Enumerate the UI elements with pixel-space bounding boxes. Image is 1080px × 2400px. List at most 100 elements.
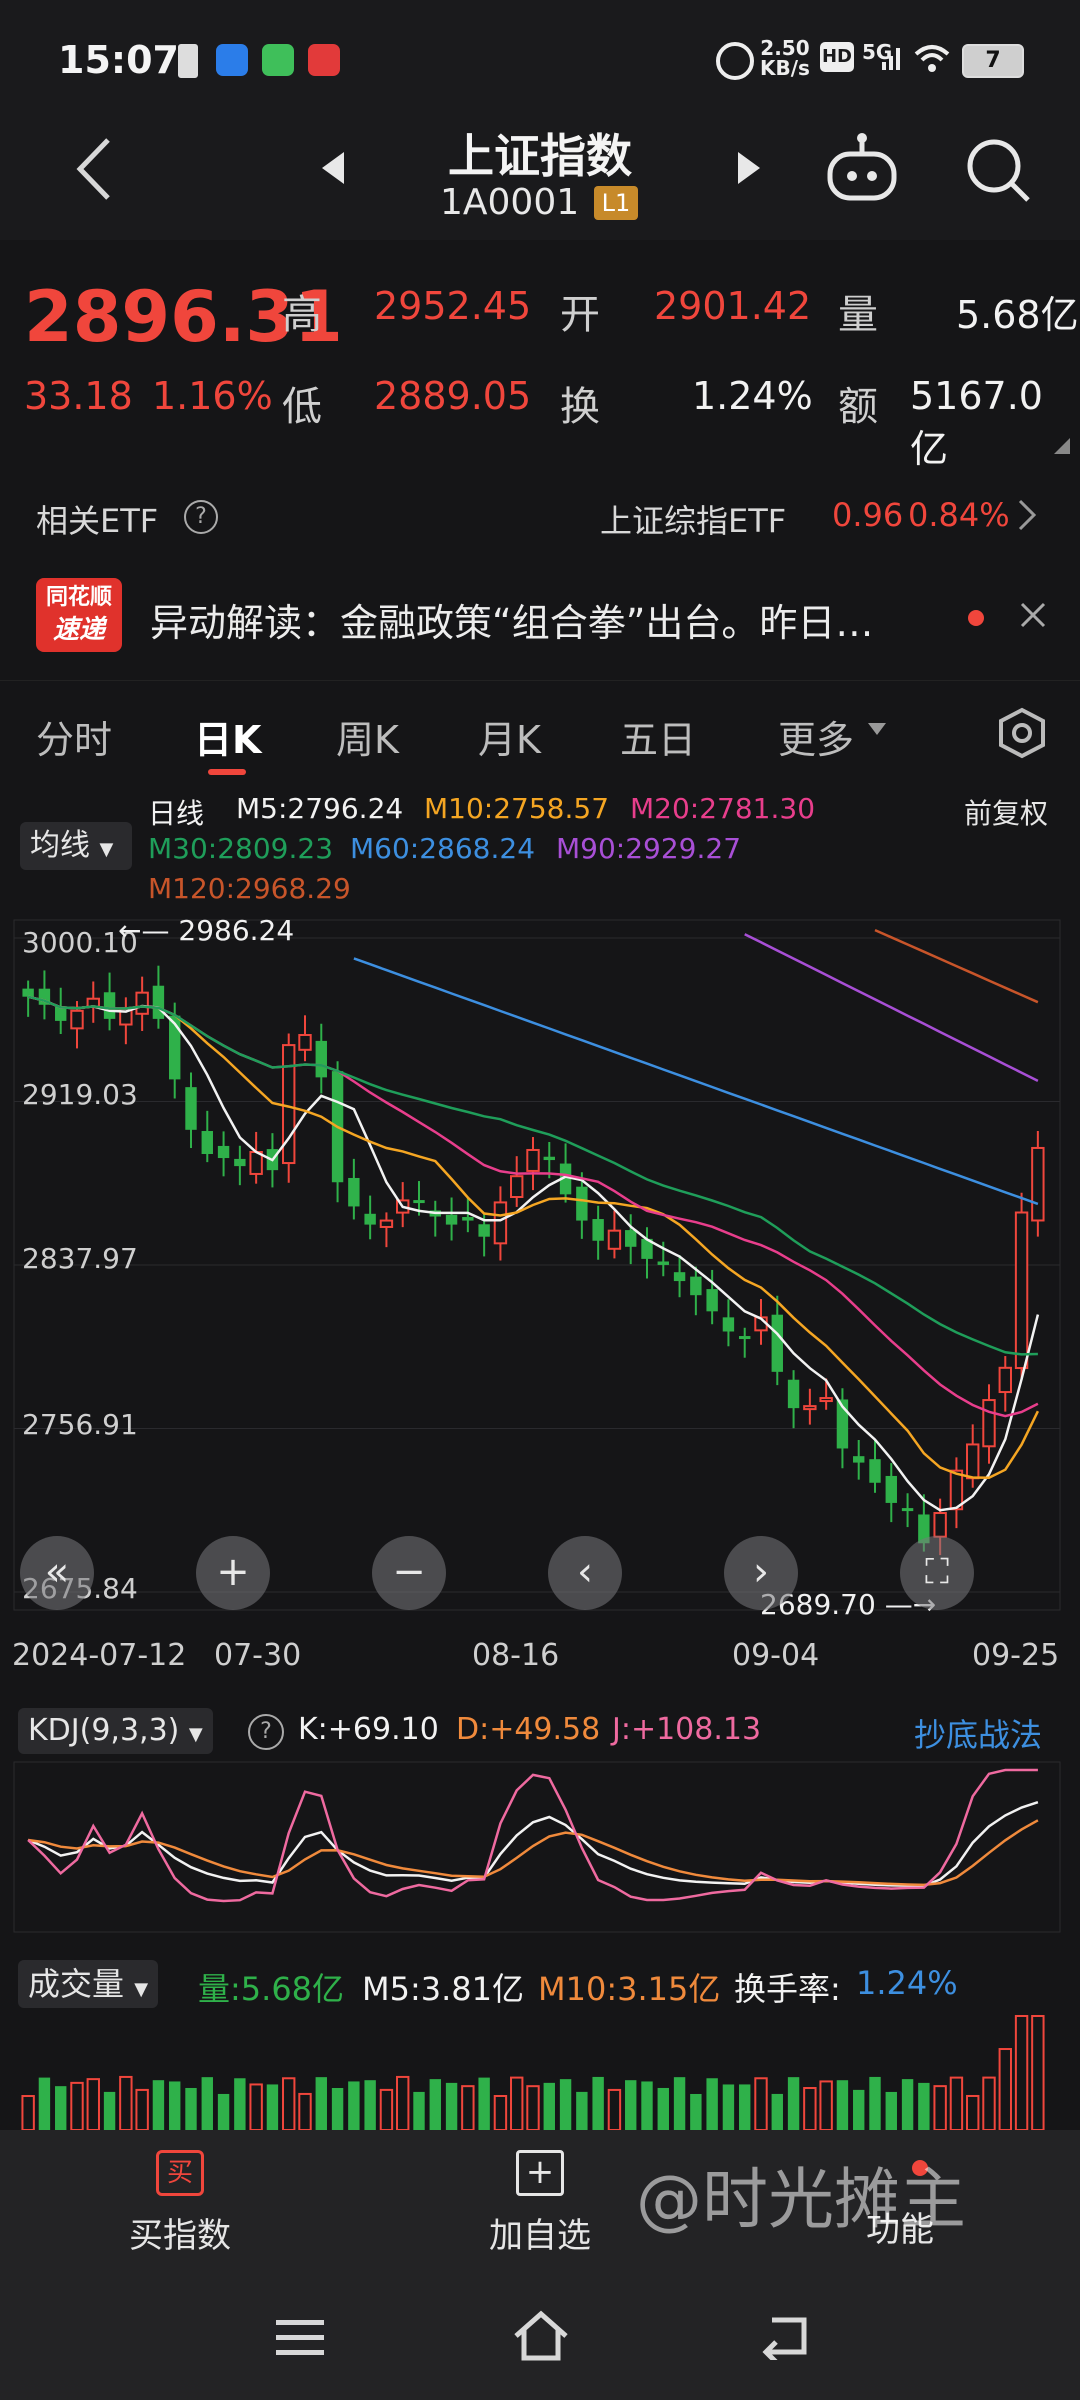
zoom-out-button[interactable]: − xyxy=(372,1536,446,1610)
tab-daily-k[interactable]: 日K xyxy=(194,709,261,764)
candle-body xyxy=(657,1261,669,1265)
menu-icon[interactable] xyxy=(274,2316,326,2360)
candle-body xyxy=(625,1230,637,1247)
candle-body xyxy=(201,1131,213,1155)
candle-body xyxy=(445,1214,458,1225)
tab-five-day[interactable]: 五日 xyxy=(620,709,696,764)
add-watchlist-button[interactable]: + 加自选 xyxy=(460,2150,620,2260)
candle-body xyxy=(315,1040,327,1078)
volume-bar xyxy=(119,2075,133,2130)
volume-bar xyxy=(787,2077,800,2130)
home-icon[interactable] xyxy=(512,2310,570,2362)
candle-body xyxy=(493,1201,508,1245)
volume-bar xyxy=(315,2077,327,2130)
volume-value: 5.68亿 xyxy=(956,293,1079,337)
open-value: 2901.42 xyxy=(654,284,812,328)
settings-hexagon-icon[interactable] xyxy=(996,707,1048,759)
volume-bar xyxy=(86,2078,100,2130)
related-etf-row[interactable]: 相关ETF ? 上证综指ETF 0.96 0.84% xyxy=(0,470,1080,560)
kline-svg[interactable] xyxy=(0,910,1080,1620)
y-label-3: 2837.97 xyxy=(22,1242,138,1275)
volume-bar xyxy=(690,2093,702,2130)
volume-dropdown[interactable]: 成交量 ▼ xyxy=(18,1960,159,2008)
candle-body xyxy=(543,1156,555,1161)
corner-expand-icon[interactable] xyxy=(1052,436,1072,456)
caret-down-icon: ▼ xyxy=(134,1979,149,2000)
help-icon[interactable]: ? xyxy=(184,500,218,534)
kdj-dropdown[interactable]: KDJ(9,3,3) ▼ xyxy=(18,1708,213,1754)
ma-60: M60:2868.24 xyxy=(350,832,536,865)
volume-bar xyxy=(901,2079,914,2130)
volume-bar xyxy=(217,2093,230,2130)
next-stock-icon[interactable] xyxy=(734,148,764,188)
scroll-right-button[interactable]: › xyxy=(724,1536,798,1610)
battery-level: 7 xyxy=(985,48,1001,73)
candle-body xyxy=(70,1009,84,1030)
volume-bar xyxy=(673,2077,686,2130)
caret-down-icon: ▼ xyxy=(99,839,114,860)
battery-icon: 7 xyxy=(962,44,1024,78)
news-ticker[interactable]: 同花顺 速递 异动解读：金融政策“组合拳”出台。昨日… xyxy=(0,560,1080,670)
battery-saver-icon xyxy=(178,44,198,78)
tab-weekly-k[interactable]: 周K xyxy=(336,709,399,764)
volume-bar xyxy=(869,2076,881,2130)
search-icon[interactable] xyxy=(962,134,1034,206)
zoom-out-left-button[interactable]: « xyxy=(20,1536,94,1610)
volume-m10: M10:3.15亿 xyxy=(538,1970,721,2008)
ma-5: M5:2796.24 xyxy=(236,792,404,825)
volume-bar xyxy=(918,2082,930,2130)
volume-bar xyxy=(949,2076,964,2130)
bottom-action-bar: 买 买指数 + 加自选 功能 @时光摊主 xyxy=(0,2130,1080,2280)
robot-assistant-icon[interactable] xyxy=(822,130,902,210)
long-ma-line xyxy=(353,957,1039,1206)
tab-more[interactable]: 更多 xyxy=(778,709,854,764)
candle-body xyxy=(348,1177,360,1207)
signal-icon xyxy=(882,48,900,70)
volume-bar xyxy=(38,2077,51,2130)
high-value: 2952.45 xyxy=(374,284,532,328)
volume-bar xyxy=(152,2080,165,2130)
scroll-left-button[interactable]: ‹ xyxy=(548,1536,622,1610)
volume-bar xyxy=(169,2081,181,2130)
zoom-in-button[interactable]: + xyxy=(196,1536,270,1610)
volume-bar xyxy=(1014,2015,1029,2130)
candle-body xyxy=(22,988,34,997)
volume-bar xyxy=(234,2078,246,2130)
help-icon[interactable]: ? xyxy=(248,1714,284,1750)
volume-bar xyxy=(379,2088,394,2130)
back-nav-icon[interactable] xyxy=(758,2312,810,2360)
close-icon[interactable] xyxy=(1018,600,1048,630)
candle-body xyxy=(690,1276,702,1296)
volume-bar xyxy=(607,2088,622,2130)
volume-bar xyxy=(201,2077,213,2130)
volume-m5: M5:3.81亿 xyxy=(362,1970,525,2008)
kdj-k-value: K:+69.10 xyxy=(298,1712,439,1747)
x-label-2: 07-30 xyxy=(214,1638,302,1673)
volume-bar xyxy=(526,2085,540,2130)
ma-mode-dropdown[interactable]: 均线 ▼ xyxy=(20,822,132,870)
tab-monthly-k[interactable]: 月K xyxy=(478,709,541,764)
candle-body xyxy=(966,1443,980,1480)
adjust-mode[interactable]: 前复权 xyxy=(964,792,1048,832)
fullscreen-button[interactable]: ⛶ xyxy=(900,1536,974,1610)
candle-body xyxy=(803,1405,817,1411)
high-label: 高 xyxy=(282,292,322,338)
candle-body xyxy=(869,1459,881,1483)
buy-index-button[interactable]: 买 买指数 xyxy=(100,2150,260,2260)
bottom-fishing-link[interactable]: 抄底战法 xyxy=(914,1710,1042,1756)
volume-bar xyxy=(364,2080,376,2130)
volume-value: 量:5.68亿 xyxy=(198,1970,345,2008)
volume-bar xyxy=(510,2076,524,2130)
ma-20: M20:2781.30 xyxy=(630,792,816,825)
candle-body xyxy=(787,1379,800,1409)
candle-body xyxy=(1031,1146,1045,1222)
candle-body xyxy=(462,1217,474,1221)
candle-body xyxy=(185,1087,197,1130)
volume-bar xyxy=(348,2081,360,2130)
watermark: @时光摊主 xyxy=(636,2161,966,2238)
app-icon-2 xyxy=(262,44,294,76)
tab-intraday[interactable]: 分时 xyxy=(36,709,112,764)
caret-down-icon xyxy=(868,723,886,735)
etf-price: 0.96 xyxy=(832,496,904,534)
status-bar: 15:07 2.50 KB/s HD 5G 7 xyxy=(0,0,1080,120)
